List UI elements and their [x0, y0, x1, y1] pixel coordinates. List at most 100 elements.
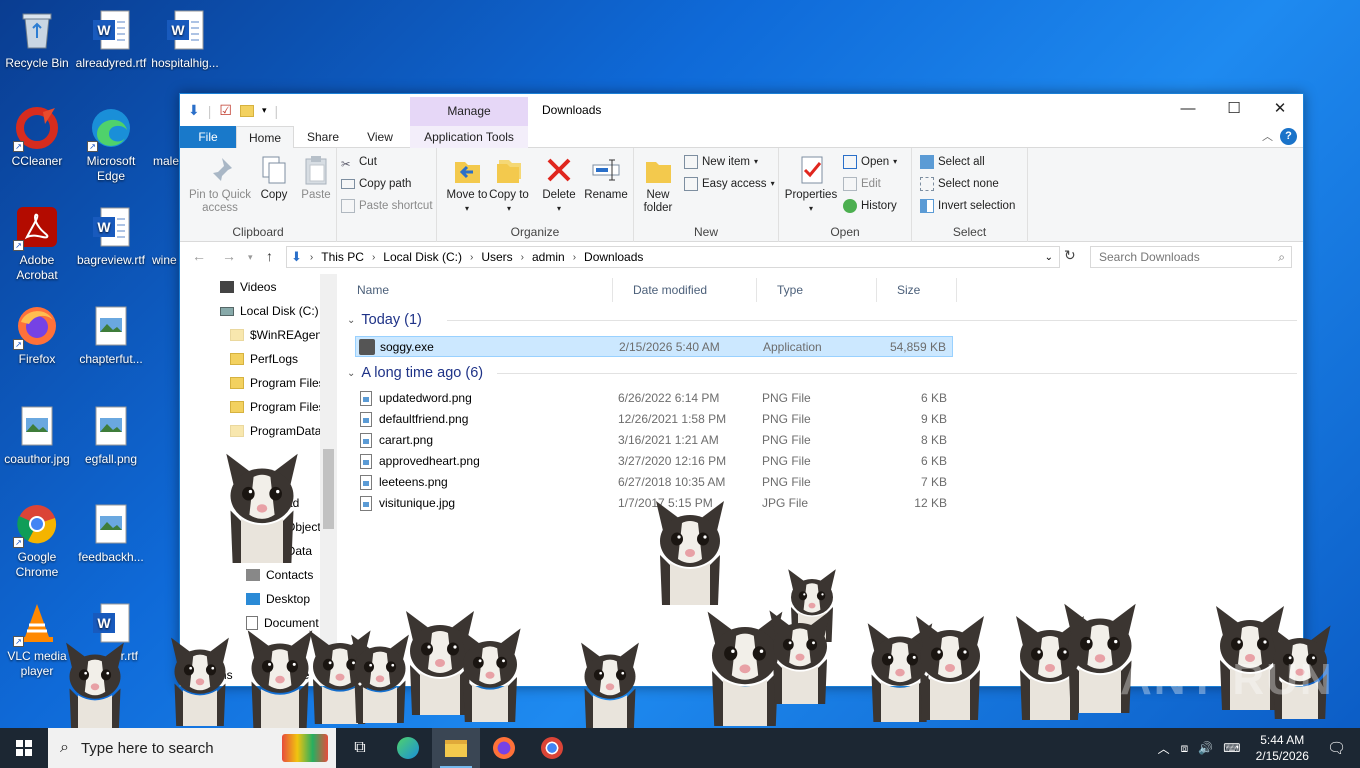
open-button[interactable]: Open ▾ — [843, 152, 897, 172]
forward-button[interactable]: → — [222, 248, 236, 264]
address-bar[interactable]: ⬇ › This PC › Local Disk (C:) › Users › … — [286, 246, 1060, 268]
nav-item-file[interactable]: le — [300, 664, 309, 686]
breadcrumb-local-disk[interactable]: Local Disk (C:) — [383, 250, 462, 264]
desktop-icon-hospitalhig[interactable]: W hospitalhig... — [148, 8, 222, 71]
breadcrumb-admin[interactable]: admin — [532, 250, 565, 264]
up-button[interactable]: ↑ — [266, 248, 273, 264]
copy-to-button[interactable]: Copy to ▾ — [489, 154, 529, 215]
file-row[interactable]: carart.png 3/16/2021 1:21 AM PNG File 8 KB — [355, 430, 953, 451]
desktop-icon-feedbackh[interactable]: feedbackh... — [74, 502, 148, 565]
desktop-icon-edge[interactable]: ↗ Microsoft Edge — [74, 106, 148, 184]
nav-item-program-files-x86[interactable]: Program Files — [230, 396, 325, 418]
desktop-icon-firefox[interactable]: ↗ Firefox — [0, 304, 74, 367]
desktop-icon-egfall[interactable]: egfall.png — [74, 404, 148, 467]
easy-access-button[interactable]: Easy access ▾ — [684, 174, 775, 194]
chevron-up-icon[interactable]: ︿ — [1152, 740, 1176, 757]
group-header-long-ago[interactable]: ⌄ A long time ago (6) — [347, 365, 483, 381]
network-icon[interactable]: ⧈ — [1176, 741, 1194, 756]
delete-button[interactable]: Delete ▾ — [539, 154, 579, 215]
invert-selection-button[interactable]: Invert selection — [920, 196, 1015, 216]
close-button[interactable]: ✕ — [1257, 94, 1303, 124]
cut-button[interactable]: ✂ Cut — [341, 152, 377, 172]
help-icon[interactable]: ? — [1280, 128, 1297, 145]
manage-context-tab[interactable]: Manage — [410, 97, 528, 126]
breadcrumb-downloads[interactable]: Downloads — [584, 250, 643, 264]
nav-item-contacts[interactable]: Contacts — [246, 564, 313, 586]
desktop-icon-alreadyred[interactable]: W alreadyred.rtf — [74, 8, 148, 71]
nav-item-perflogs[interactable]: PerfLogs — [230, 348, 298, 370]
taskbar-firefox[interactable] — [480, 728, 528, 768]
customize-dropdown-icon[interactable]: ▾ — [262, 105, 267, 116]
file-row[interactable]: updatedword.png 6/26/2022 6:14 PM PNG File… — [355, 388, 953, 409]
nav-item-program-files[interactable]: Program Files — [230, 372, 325, 394]
nav-item-downloads[interactable]: ad — [286, 492, 299, 514]
file-row-soggy[interactable]: soggy.exe 2/15/2026 5:40 AM Application … — [355, 336, 953, 357]
edit-button[interactable]: Edit — [843, 174, 881, 194]
new-folder-icon[interactable] — [239, 104, 254, 117]
copy-path-button[interactable]: Copy path — [341, 174, 411, 194]
desktop-icon-google-chrome[interactable]: ↗ Google Chrome — [0, 502, 74, 580]
column-header-type[interactable]: Type — [757, 278, 877, 302]
nav-item-programs[interactable]: ams — [210, 664, 233, 686]
breadcrumb-users[interactable]: Users — [481, 250, 512, 264]
properties-check-icon[interactable]: ☑ — [219, 102, 232, 119]
nav-pane-scrollbar[interactable] — [320, 274, 337, 686]
tab-application-tools[interactable]: Application Tools — [410, 126, 528, 148]
nav-item-winreagent[interactable]: $WinREAgent — [230, 324, 325, 346]
desktop-icon-vlc[interactable]: ↗ VLC media player — [0, 601, 74, 679]
column-header-name[interactable]: Name — [337, 278, 613, 302]
desktop-icon-ccleaner[interactable]: ↗ CCleaner — [0, 106, 74, 169]
volume-icon[interactable]: 🔊 — [1193, 741, 1218, 755]
desktop-icon-chapterfut[interactable]: chapterfut... — [74, 304, 148, 367]
copy-button[interactable]: Copy — [256, 154, 292, 202]
rename-button[interactable]: Rename — [583, 154, 629, 202]
desktop-icon-recycle-bin[interactable]: Recycle Bin — [0, 8, 74, 71]
nav-item-desktop[interactable]: Desktop — [246, 588, 310, 610]
start-button[interactable] — [0, 728, 48, 768]
tab-share[interactable]: Share — [298, 126, 348, 148]
notifications-icon[interactable]: 🗨 — [1319, 739, 1360, 757]
recent-locations-dropdown[interactable]: ▾ — [248, 252, 253, 263]
select-none-button[interactable]: Select none — [920, 174, 999, 194]
taskbar-chrome[interactable] — [528, 728, 576, 768]
back-button[interactable]: ← — [192, 248, 206, 264]
desktop-icon-adobe-acrobat[interactable]: ↗ Adobe Acrobat — [0, 205, 74, 283]
history-button[interactable]: History — [843, 196, 897, 216]
group-header-today[interactable]: ⌄ Today (1) — [347, 312, 422, 328]
taskbar-edge[interactable] — [384, 728, 432, 768]
tab-view[interactable]: View — [356, 126, 404, 148]
nav-item-videos[interactable]: Videos — [220, 276, 276, 298]
pin-to-quick-access-button[interactable]: Pin to Quick access — [186, 154, 254, 215]
column-header-size[interactable]: Size — [877, 278, 957, 302]
address-dropdown-icon[interactable]: ⌄ — [1045, 252, 1053, 263]
column-header-date[interactable]: Date modified — [613, 278, 757, 302]
new-folder-button[interactable]: New folder — [638, 154, 678, 215]
minimize-button[interactable]: — — [1165, 94, 1211, 124]
file-row[interactable]: approvedheart.png 3/27/2020 12:16 PM PNG F… — [355, 451, 953, 472]
file-row[interactable]: visitunique.jpg 1/7/2017 5:15 PM JPG File 1… — [355, 493, 953, 514]
desktop-icon-bagreview[interactable]: W bagreview.rtf — [74, 205, 148, 268]
new-item-button[interactable]: New item ▾ — [684, 152, 758, 172]
paste-button[interactable]: Paste — [296, 154, 336, 202]
refresh-icon[interactable]: ↻ — [1064, 247, 1076, 264]
desktop-icon-coauthor[interactable]: coauthor.jpg — [0, 404, 74, 467]
properties-button[interactable]: Properties ▾ — [783, 154, 839, 215]
nav-item-documents[interactable]: Document — [246, 612, 319, 634]
input-indicator-icon[interactable]: ⌨ — [1218, 741, 1245, 755]
tab-file[interactable]: File — [180, 126, 236, 148]
nav-item-programdata[interactable]: ProgramData — [230, 420, 321, 442]
paste-shortcut-button[interactable]: Paste shortcut — [341, 196, 433, 216]
search-input[interactable]: Search Downloads ⌕ — [1090, 246, 1292, 268]
nav-item-local-disk[interactable]: Local Disk (C:) — [220, 300, 319, 322]
down-arrow-icon[interactable]: ⬇ — [188, 102, 200, 119]
select-all-button[interactable]: Select all — [920, 152, 985, 172]
maximize-button[interactable]: ☐ — [1211, 94, 1257, 124]
file-row[interactable]: leeteens.png 6/27/2018 10:35 AM PNG File 7 … — [355, 472, 953, 493]
desktop-icon-rtf[interactable]: W er.rtf — [74, 601, 148, 664]
nav-item-appdata[interactable]: pData — [280, 540, 312, 562]
taskbar-search-box[interactable]: ⌕ Type here to search — [48, 728, 336, 768]
file-row[interactable]: defaultfriend.png 12/26/2021 1:58 PM PNG F… — [355, 409, 953, 430]
move-to-button[interactable]: Move to ▾ — [443, 154, 491, 215]
tab-home[interactable]: Home — [236, 126, 294, 149]
breadcrumb-this-pc[interactable]: This PC — [321, 250, 364, 264]
